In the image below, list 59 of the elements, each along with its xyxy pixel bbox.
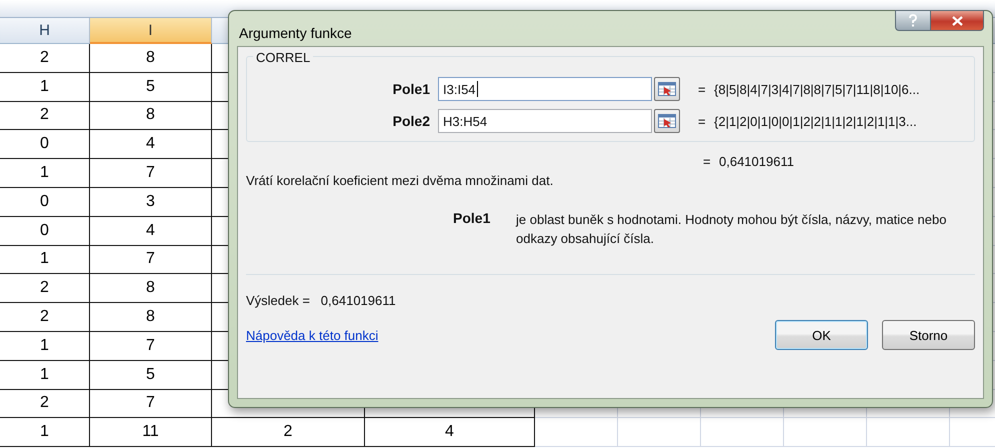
table-cell: 1 <box>0 418 90 448</box>
table-cell: 2 <box>0 303 90 332</box>
function-description: Vrátí korelační koeficient mezi dvěma množinami dat. <box>246 173 554 188</box>
table-cell: 11 <box>90 418 212 448</box>
help-button[interactable] <box>895 10 930 31</box>
table-cell: 1 <box>0 360 90 390</box>
dialog-button[interactable]: OK <box>775 320 868 350</box>
input-field[interactable]: H3:H54 <box>438 109 652 133</box>
equals-sign: = <box>703 154 712 169</box>
argument-label: Pole2 <box>392 113 431 129</box>
column-header[interactable]: I <box>90 18 212 44</box>
table-cell: 5 <box>90 72 212 102</box>
table-cell: 1 <box>0 246 90 274</box>
range-select-icon <box>658 82 676 96</box>
argument-preview: {2|1|2|0|1|0|0|1|2|2|1|1|2|1|2|1|1|3... <box>714 114 917 128</box>
argument-preview: {8|5|8|4|7|3|4|7|8|8|7|5|7|11|8|10|6... <box>714 82 920 96</box>
argument-label: Pole1 <box>392 81 431 97</box>
input-field[interactable]: I3:I54 <box>438 77 652 101</box>
range-select-button[interactable] <box>654 77 680 101</box>
table-cell: 8 <box>90 44 212 73</box>
table-cell: 8 <box>90 274 212 304</box>
equals-sign: = <box>698 114 707 128</box>
question-mark-icon <box>908 14 918 27</box>
table-cell: 2 <box>0 102 90 130</box>
dialog-button[interactable]: Storno <box>882 320 975 350</box>
table-cell: 7 <box>90 332 212 361</box>
argument-description: je oblast buněk s hodnotami. Hodnoty mohou být čísla, názvy, matice nebo odkazy obsahující čísla. <box>516 211 948 248</box>
function-name: CORREL <box>253 50 314 65</box>
table-cell: 7 <box>90 159 212 188</box>
column-header[interactable]: H <box>0 18 90 44</box>
table-cell: 3 <box>90 188 212 217</box>
argument-name: Pole1 <box>453 210 492 228</box>
result-preview: 0,641019611 <box>719 154 794 169</box>
table-cell: 2 <box>0 44 90 73</box>
table-cell: 2 <box>212 418 365 448</box>
window-title: Argumenty funkce <box>238 24 352 40</box>
table-cell: 7 <box>90 246 212 274</box>
table-cell: 2 <box>0 274 90 304</box>
table-cell: 4 <box>365 418 535 448</box>
table-cell: 5 <box>90 360 212 390</box>
range-select-icon <box>658 114 676 128</box>
table-cell: 4 <box>90 216 212 246</box>
table-cell: 1 <box>0 332 90 361</box>
table-cell: 2 <box>0 390 90 418</box>
table-cell: 8 <box>90 303 212 332</box>
table-cell: 1 <box>0 72 90 102</box>
help-link[interactable]: Nápověda k této funkci <box>246 328 378 342</box>
table-cell: 1 <box>0 159 90 188</box>
table-cell: 0 <box>0 130 90 160</box>
close-icon <box>952 16 962 26</box>
table-cell: 7 <box>90 390 212 418</box>
result-text: Výsledek = 0,641019611 <box>246 293 397 308</box>
equals-sign: = <box>698 82 707 96</box>
table-cell: 4 <box>90 130 212 160</box>
close-button[interactable] <box>930 10 984 31</box>
table-cell: 0 <box>0 188 90 217</box>
range-select-button[interactable] <box>654 109 680 133</box>
table-cell: 0 <box>0 216 90 246</box>
table-cell: 8 <box>90 102 212 130</box>
